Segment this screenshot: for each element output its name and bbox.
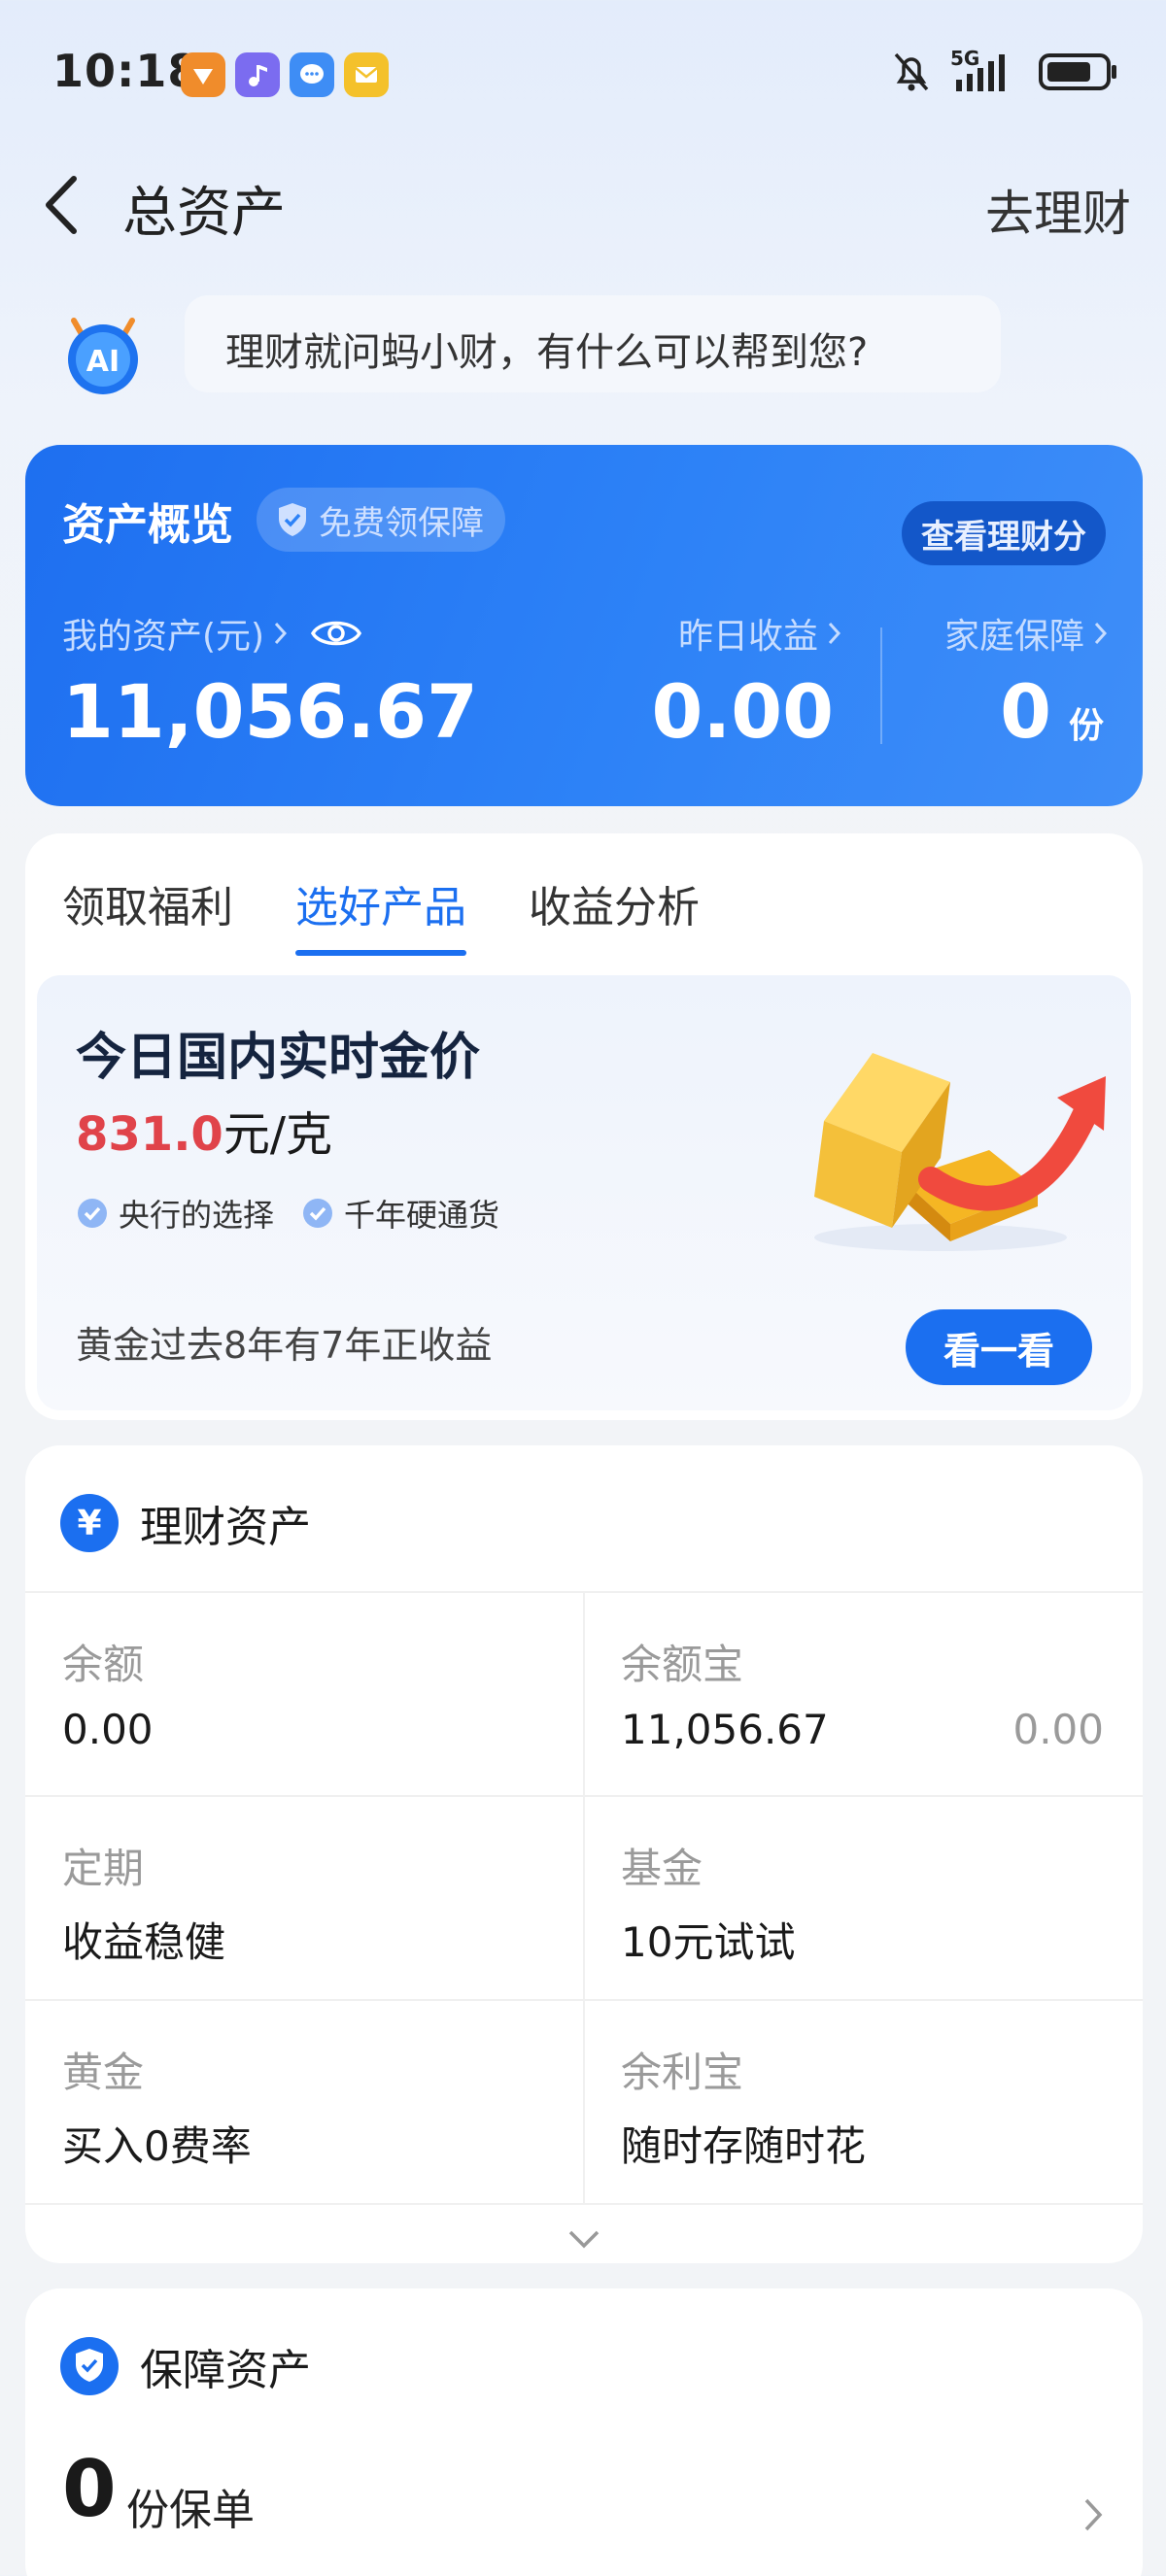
finance-item-fund[interactable]: 基金 10元试试 xyxy=(584,1797,1143,2001)
ai-assistant-row: AI 理财就问蚂小财，有什么可以帮到您? xyxy=(0,291,1166,408)
my-assets-label: 我的资产(元) xyxy=(62,617,265,657)
finance-item-label: 余额宝 xyxy=(621,1641,744,1688)
finance-item-label: 定期 xyxy=(62,1845,145,1892)
insurance-assets-header: 保障资产 xyxy=(60,2335,311,2397)
tab-products[interactable]: 选好产品 xyxy=(295,872,466,956)
free-protection-label: 免费领保障 xyxy=(319,503,484,543)
gold-price-number: 831.0 xyxy=(76,1107,223,1162)
finance-item-earnings: 0.00 xyxy=(1012,1706,1104,1753)
gold-tag: 央行的选择 xyxy=(76,1191,274,1236)
yesterday-earnings-label: 昨日收益 xyxy=(677,617,818,657)
go-invest-link[interactable]: 去理财 xyxy=(985,175,1131,245)
family-protection-value: 0 xyxy=(1000,668,1051,755)
gold-footer-text: 黄金过去8年有7年正收益 xyxy=(76,1324,493,1367)
signal-bars-icon xyxy=(956,54,1005,91)
finance-item-value: 11,056.67 xyxy=(621,1706,829,1753)
finance-item-yulibao[interactable]: 余利宝 随时存随时花 xyxy=(584,2001,1143,2205)
gold-tags: 央行的选择 千年硬通货 xyxy=(76,1191,499,1236)
finance-item-fixed-term[interactable]: 定期 收益稳健 xyxy=(25,1797,584,2001)
notification-icons xyxy=(181,52,389,97)
ai-assistant-avatar-icon[interactable]: AI xyxy=(56,305,150,398)
shield-check-icon xyxy=(60,2337,119,2395)
insurance-assets-title: 保障资产 xyxy=(140,2346,311,2395)
gold-price-unit: 元/克 xyxy=(223,1107,333,1162)
finance-assets-card: ¥ 理财资产 余额 0.00 余额宝 11,056.67 0.00 定期 收益稳… xyxy=(25,1445,1143,2263)
product-tabs: 领取福利 选好产品 收益分析 xyxy=(62,872,700,956)
finance-assets-title: 理财资产 xyxy=(140,1503,311,1552)
overview-divider xyxy=(880,627,882,744)
yesterday-earnings-value: 0.00 xyxy=(651,668,834,755)
finance-assets-grid: 余额 0.00 余额宝 11,056.67 0.00 定期 收益稳健 基金 10… xyxy=(25,1591,1143,2249)
finance-item-value: 收益稳健 xyxy=(62,1918,226,1966)
signal-indicator: 5G xyxy=(950,47,1018,93)
status-bar: 10:18 5G xyxy=(0,0,1166,146)
page-title: 总资产 xyxy=(122,182,286,245)
finance-item-yuebao[interactable]: 余额宝 11,056.67 0.00 xyxy=(584,1593,1143,1797)
chevron-right-icon xyxy=(828,622,841,645)
chevron-right-icon xyxy=(274,622,288,645)
policy-count: 0 xyxy=(62,2444,117,2534)
battery-icon xyxy=(1039,53,1116,90)
tab-earnings-analysis[interactable]: 收益分析 xyxy=(529,872,700,956)
music-notification-icon xyxy=(235,52,280,97)
asset-overview-card: 资产概览 免费领保障 查看理财分 我的资产(元) 11,056.67 昨日收益 … xyxy=(25,445,1143,806)
back-arrow-icon[interactable] xyxy=(35,171,89,239)
family-protection-unit: 份 xyxy=(1068,706,1104,746)
my-assets-value: 11,056.67 xyxy=(62,668,478,755)
finance-item-value: 随时存随时花 xyxy=(621,2122,867,2170)
ai-assistant-bubble[interactable]: 理财就问蚂小财，有什么可以帮到您? xyxy=(185,295,1001,392)
insurance-assets-card[interactable]: 保障资产 0 份保单 xyxy=(25,2288,1143,2576)
my-assets-label-row[interactable]: 我的资产(元) xyxy=(62,608,363,659)
status-time: 10:18 xyxy=(52,45,200,97)
gold-price: 831.0元/克 xyxy=(76,1096,332,1164)
view-finance-score-button[interactable]: 查看理财分 xyxy=(902,501,1106,565)
family-protection-label-row[interactable]: 家庭保障 xyxy=(944,608,1110,659)
finance-assets-header: ¥ 理财资产 xyxy=(60,1492,311,1554)
finance-item-label: 余额 xyxy=(62,1641,145,1688)
gold-tag-label: 千年硬通货 xyxy=(344,1197,500,1234)
nav-bar: 总资产 去理财 xyxy=(0,155,1166,253)
finance-item-label: 黄金 xyxy=(62,2049,145,2096)
status-right: 5G xyxy=(892,47,1119,93)
free-protection-badge[interactable]: 免费领保障 xyxy=(257,488,505,552)
policy-unit: 份保单 xyxy=(126,2486,255,2535)
finance-item-gold[interactable]: 黄金 买入0费率 xyxy=(25,2001,584,2205)
family-protection-label: 家庭保障 xyxy=(943,617,1084,657)
yesterday-earnings-label-row[interactable]: 昨日收益 xyxy=(678,608,843,659)
gold-bar-rising-arrow-icon xyxy=(814,1053,1106,1251)
yuan-icon: ¥ xyxy=(60,1494,119,1552)
finance-item-value: 0.00 xyxy=(62,1706,154,1753)
eye-icon[interactable] xyxy=(309,614,363,653)
message-notification-icon xyxy=(290,52,334,97)
check-circle-icon xyxy=(303,1199,333,1228)
chevron-right-icon xyxy=(1094,622,1108,645)
products-card: 领取福利 选好产品 收益分析 今日国内实时金价 831.0元/克 央行的选择 千… xyxy=(25,833,1143,1420)
finance-item-balance[interactable]: 余额 0.00 xyxy=(25,1593,584,1797)
gold-title: 今日国内实时金价 xyxy=(76,1029,481,1087)
overview-title: 资产概览 xyxy=(62,500,233,550)
finance-item-value: 买入0费率 xyxy=(62,2122,252,2170)
finance-item-value: 10元试试 xyxy=(621,1918,796,1966)
mail-notification-icon xyxy=(344,52,389,97)
chevron-right-icon[interactable] xyxy=(1080,2494,1106,2535)
finance-item-label: 基金 xyxy=(621,1845,703,1892)
view-gold-button[interactable]: 看一看 xyxy=(906,1309,1092,1385)
gold-price-panel[interactable]: 今日国内实时金价 831.0元/克 央行的选择 千年硬通货 黄金过去8年有7年正… xyxy=(37,975,1131,1410)
mute-bell-icon xyxy=(894,52,929,91)
tab-benefits[interactable]: 领取福利 xyxy=(62,872,233,956)
gold-tag: 千年硬通货 xyxy=(301,1191,499,1236)
shield-check-icon xyxy=(279,503,306,536)
chevron-down-icon[interactable] xyxy=(565,2224,603,2254)
svg-text:AI: AI xyxy=(86,345,120,379)
family-protection-value-row: 0 份 xyxy=(1000,668,1104,755)
finance-item-label: 余利宝 xyxy=(621,2049,744,2096)
check-circle-icon xyxy=(78,1199,107,1228)
gold-tag-label: 央行的选择 xyxy=(119,1197,275,1234)
app-notification-icon xyxy=(181,52,225,97)
